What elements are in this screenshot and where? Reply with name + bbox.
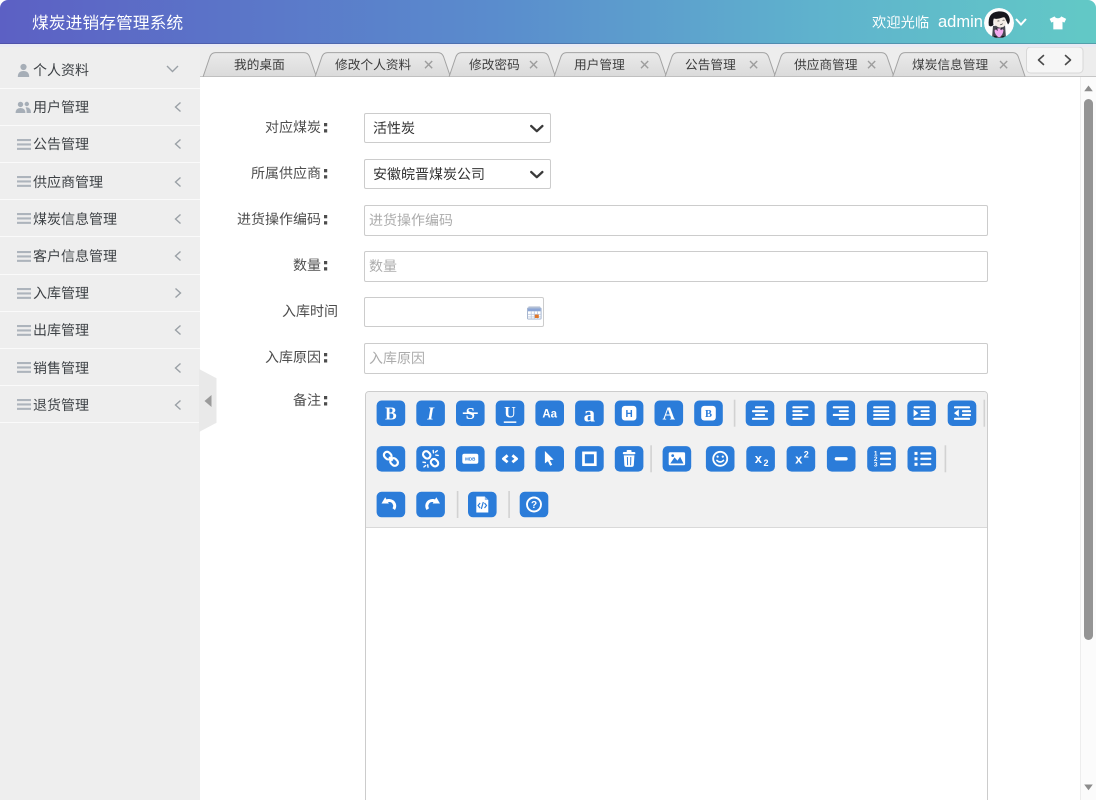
svg-text:B: B (705, 409, 712, 420)
svg-text:3: 3 (874, 462, 878, 469)
svg-text:MDB: MDB (465, 456, 476, 461)
svg-text:A: A (662, 404, 675, 424)
svg-text:Aa: Aa (542, 408, 557, 420)
svg-text:U: U (504, 405, 516, 422)
svg-text:B: B (385, 404, 397, 424)
svg-text:x: x (795, 452, 803, 467)
svg-text:a: a (584, 402, 596, 427)
svg-text:x: x (755, 451, 763, 466)
svg-text:I: I (426, 404, 435, 424)
svg-text:2: 2 (804, 450, 809, 460)
svg-text:H: H (625, 409, 632, 420)
svg-text:?: ? (531, 500, 537, 511)
svg-text:2: 2 (763, 458, 768, 468)
